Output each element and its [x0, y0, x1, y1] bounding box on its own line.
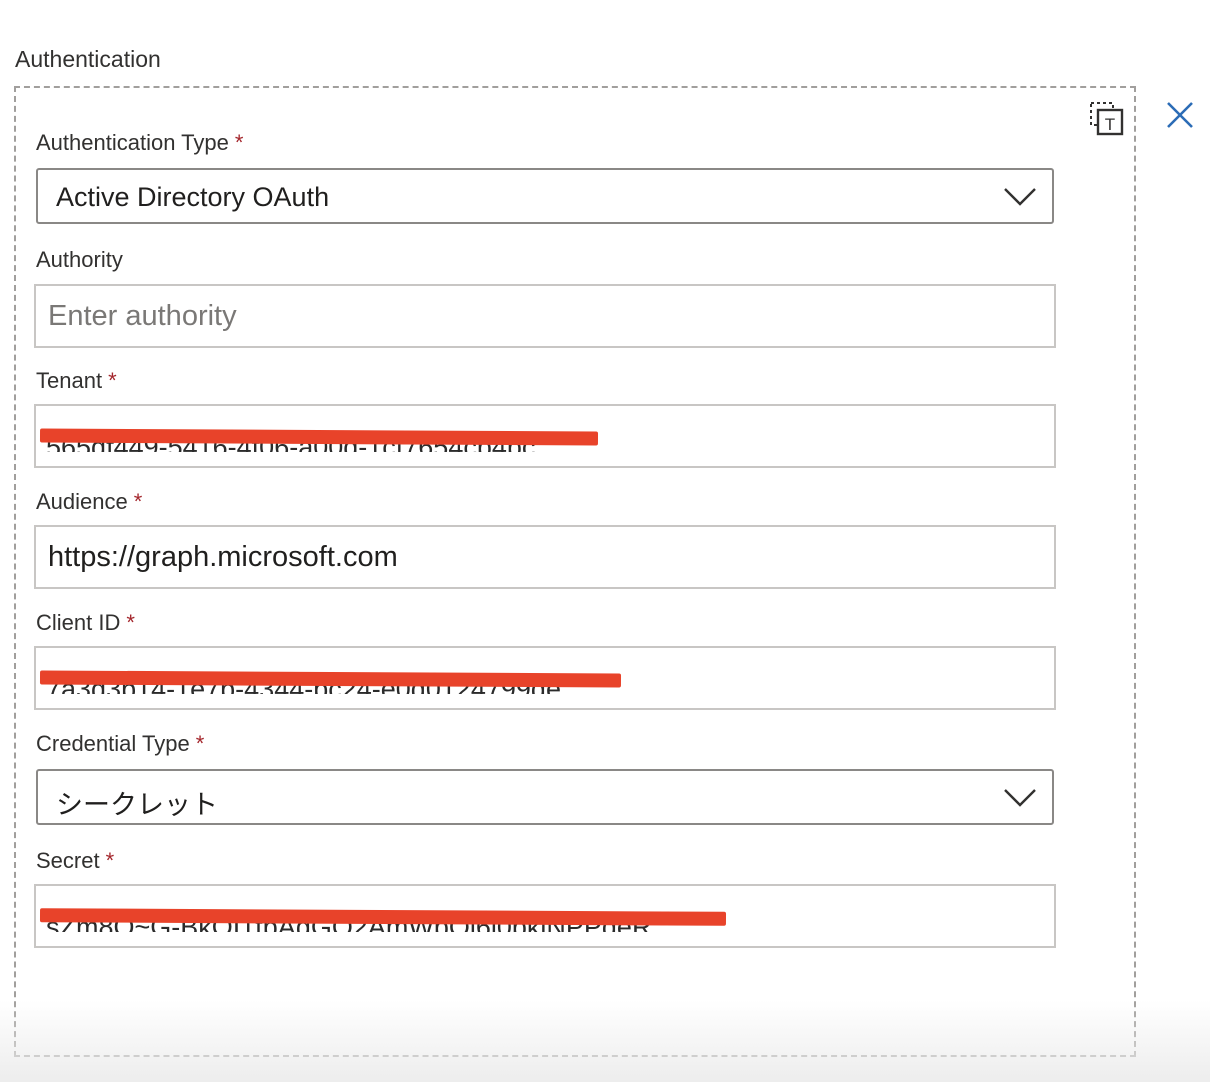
- secret-label-text: Secret: [36, 848, 100, 873]
- authentication-type-dropdown[interactable]: Active Directory OAuth: [36, 168, 1054, 224]
- authentication-type-label: Authentication Type *: [36, 130, 243, 156]
- client-id-label-text: Client ID: [36, 610, 121, 635]
- authority-label-text: Authority: [36, 247, 123, 272]
- chevron-down-icon: [1004, 188, 1036, 206]
- svg-text:T: T: [1105, 115, 1115, 134]
- credential-type-value: シークレット: [56, 790, 218, 820]
- tenant-label: Tenant *: [36, 368, 117, 394]
- required-mark: *: [108, 368, 117, 393]
- section-title: Authentication: [15, 46, 161, 72]
- required-mark: *: [234, 130, 244, 155]
- credential-type-dropdown[interactable]: シークレット: [36, 769, 1054, 825]
- copy-text-icon[interactable]: T: [1088, 100, 1126, 138]
- audience-label-text: Audience: [36, 489, 128, 514]
- close-icon[interactable]: [1162, 98, 1198, 134]
- required-mark: *: [133, 489, 143, 514]
- audience-label: Audience *: [36, 489, 142, 515]
- tenant-redaction-mark: [39, 428, 599, 446]
- secret-label: Secret *: [36, 848, 114, 874]
- audience-input[interactable]: [34, 525, 1056, 589]
- required-mark: *: [195, 731, 205, 756]
- credential-type-label: Credential Type *: [36, 731, 204, 757]
- authority-label: Authority: [36, 247, 123, 273]
- tenant-label-text: Tenant: [36, 368, 103, 393]
- authority-input[interactable]: [34, 284, 1056, 348]
- authentication-type-value: Active Directory OAuth: [56, 182, 330, 212]
- authentication-type-label-text: Authentication Type: [36, 130, 229, 155]
- close-icon-graphic: [1167, 102, 1193, 128]
- credential-type-label-text: Credential Type: [36, 731, 190, 756]
- client-id-label: Client ID *: [36, 610, 135, 636]
- required-mark: *: [105, 848, 115, 873]
- copy-text-icon-graphic: T: [1090, 102, 1124, 136]
- chevron-down-icon: [1004, 789, 1036, 807]
- required-mark: *: [126, 610, 135, 635]
